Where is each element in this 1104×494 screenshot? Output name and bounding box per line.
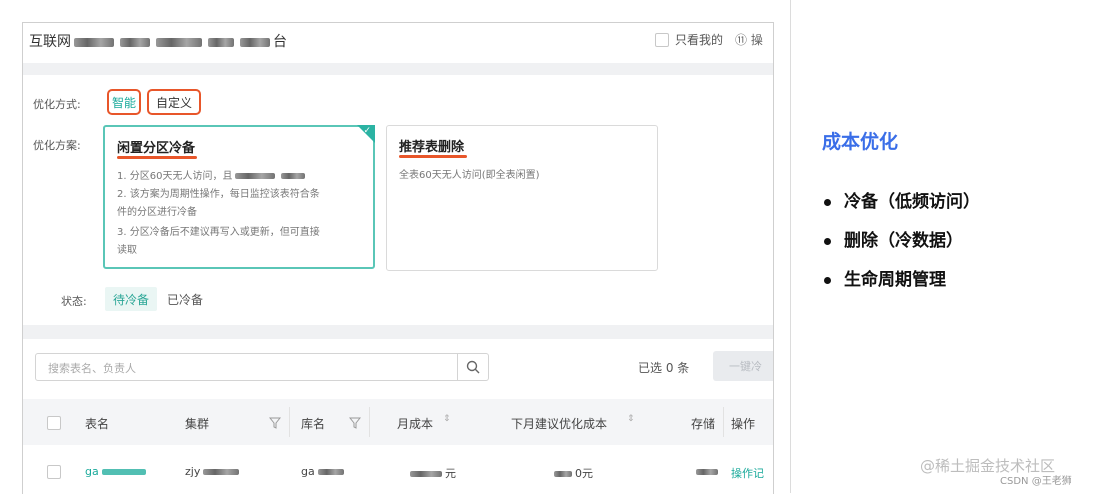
only-mine-toggle[interactable]: 只看我的 ⑪ 操 [655, 31, 763, 48]
page-header: 互联网台 只看我的 ⑪ 操 [23, 23, 773, 63]
plan-desc-line: 件的分区进行冷备 [117, 207, 197, 218]
status-label: 状态: [61, 295, 87, 308]
plan-title: 推荐表删除 [399, 140, 465, 155]
redacted-text [317, 469, 344, 475]
plan-desc-line: 读取 [117, 245, 137, 256]
selected-count: 已选 0 条 [638, 361, 690, 375]
plan-desc-line: 全表60天无人访问(即全表闲置) [399, 170, 540, 181]
plan-desc-line: 1. 分区60天无人访问，且 [117, 167, 308, 182]
redacted-text [203, 469, 240, 475]
sort-icon[interactable]: ⇕ [443, 414, 451, 424]
plan-desc-line: 3. 分区冷备后不建议再写入或更新，但可直接 [117, 227, 320, 238]
column-header-cluster[interactable]: 集群 [185, 415, 209, 432]
section-divider [23, 63, 773, 75]
table-header: 表名 集群 库名 月成本 ⇕ 下月建议优化成本 ⇕ 存储 操作 [23, 399, 773, 445]
column-header-name[interactable]: 表名 [85, 415, 109, 432]
method-label: 优化方式: [33, 98, 81, 111]
title-underline [117, 156, 197, 159]
page-title: 互联网台 [29, 34, 287, 50]
plan-card-cold-backup[interactable]: ✓ 闲置分区冷备 1. 分区60天无人访问，且 2. 该方案为周期性操作，每日监… [103, 125, 375, 269]
redacted-text [410, 471, 442, 477]
side-bullet-list: 冷备（低频访问） 删除（冷数据） 生命周期管理 [822, 190, 980, 307]
next-cost-cell: 0元 [551, 465, 593, 481]
redacted-text [156, 37, 202, 47]
redacted-text [208, 37, 234, 47]
table-name-link[interactable]: ga [85, 465, 149, 478]
redacted-text [240, 37, 270, 47]
side-title: 成本优化 [822, 131, 899, 153]
search-box[interactable]: 搜索表名、负责人 [35, 353, 489, 381]
search-input[interactable]: 搜索表名、负责人 [48, 360, 136, 376]
db-cell: ga [301, 465, 347, 478]
monthly-cost-cell: 元 [407, 465, 456, 481]
column-header-action: 操作 [731, 417, 756, 431]
filter-icon[interactable] [349, 417, 361, 429]
only-mine-checkbox[interactable] [655, 32, 669, 47]
divider-line [790, 0, 791, 493]
column-header-next-cost[interactable]: 下月建议优化成本 [511, 415, 607, 432]
column-divider [369, 407, 370, 437]
redacted-text [235, 173, 276, 179]
title-underline [399, 155, 467, 158]
table-row: ga zjy ga 元 0元 操作记 [23, 445, 773, 494]
method-custom-option[interactable]: 自定义 [147, 89, 201, 115]
search-icon [466, 360, 480, 374]
checkmark-icon: ✓ [363, 126, 371, 136]
bullet-item: 删除（冷数据） [822, 229, 980, 268]
redacted-text [696, 469, 718, 475]
filter-icon[interactable] [269, 417, 281, 429]
plan-card-delete[interactable]: 推荐表删除 全表60天无人访问(即全表闲置) [386, 125, 658, 271]
redacted-text [74, 37, 114, 47]
status-pending-tab[interactable]: 待冷备 [105, 287, 157, 311]
column-divider [289, 407, 290, 437]
plan-desc-line: 2. 该方案为周期性操作，每日监控该表符合条 [117, 189, 320, 200]
redacted-text [101, 469, 146, 475]
column-divider [723, 407, 724, 437]
batch-cold-backup-button[interactable]: 一键冷 [713, 351, 773, 381]
csdn-watermark: CSDN @王老狮 [1000, 476, 1072, 487]
bullet-item: 冷备（低频访问） [822, 190, 980, 229]
method-smart-option[interactable]: 智能 [107, 89, 141, 115]
redacted-text [554, 471, 572, 477]
plan-title: 闲置分区冷备 [117, 141, 196, 156]
section-divider [23, 325, 773, 339]
sort-icon[interactable]: ⇕ [627, 414, 635, 424]
column-header-db[interactable]: 库名 [301, 415, 325, 432]
operation-log-link[interactable]: 操作记 [731, 465, 764, 481]
column-header-storage[interactable]: 存储 [691, 415, 715, 432]
search-button[interactable] [457, 354, 488, 380]
cluster-cell: zjy [185, 465, 242, 478]
column-header-monthly-cost[interactable]: 月成本 [397, 415, 433, 432]
select-all-checkbox[interactable] [47, 416, 61, 430]
plan-label: 优化方案: [33, 139, 81, 152]
storage-cell [693, 465, 721, 478]
bullet-item: 生命周期管理 [822, 268, 980, 307]
app-screenshot: 互联网台 只看我的 ⑪ 操 优化方式: 智能 自定义 优化方案: ✓ 闲置分区冷… [22, 22, 774, 494]
row-checkbox[interactable] [47, 465, 61, 479]
redacted-text [281, 173, 306, 179]
redacted-text [120, 37, 150, 47]
operation-link[interactable]: ⑪ 操 [735, 31, 763, 48]
status-done-tab[interactable]: 已冷备 [167, 291, 203, 308]
